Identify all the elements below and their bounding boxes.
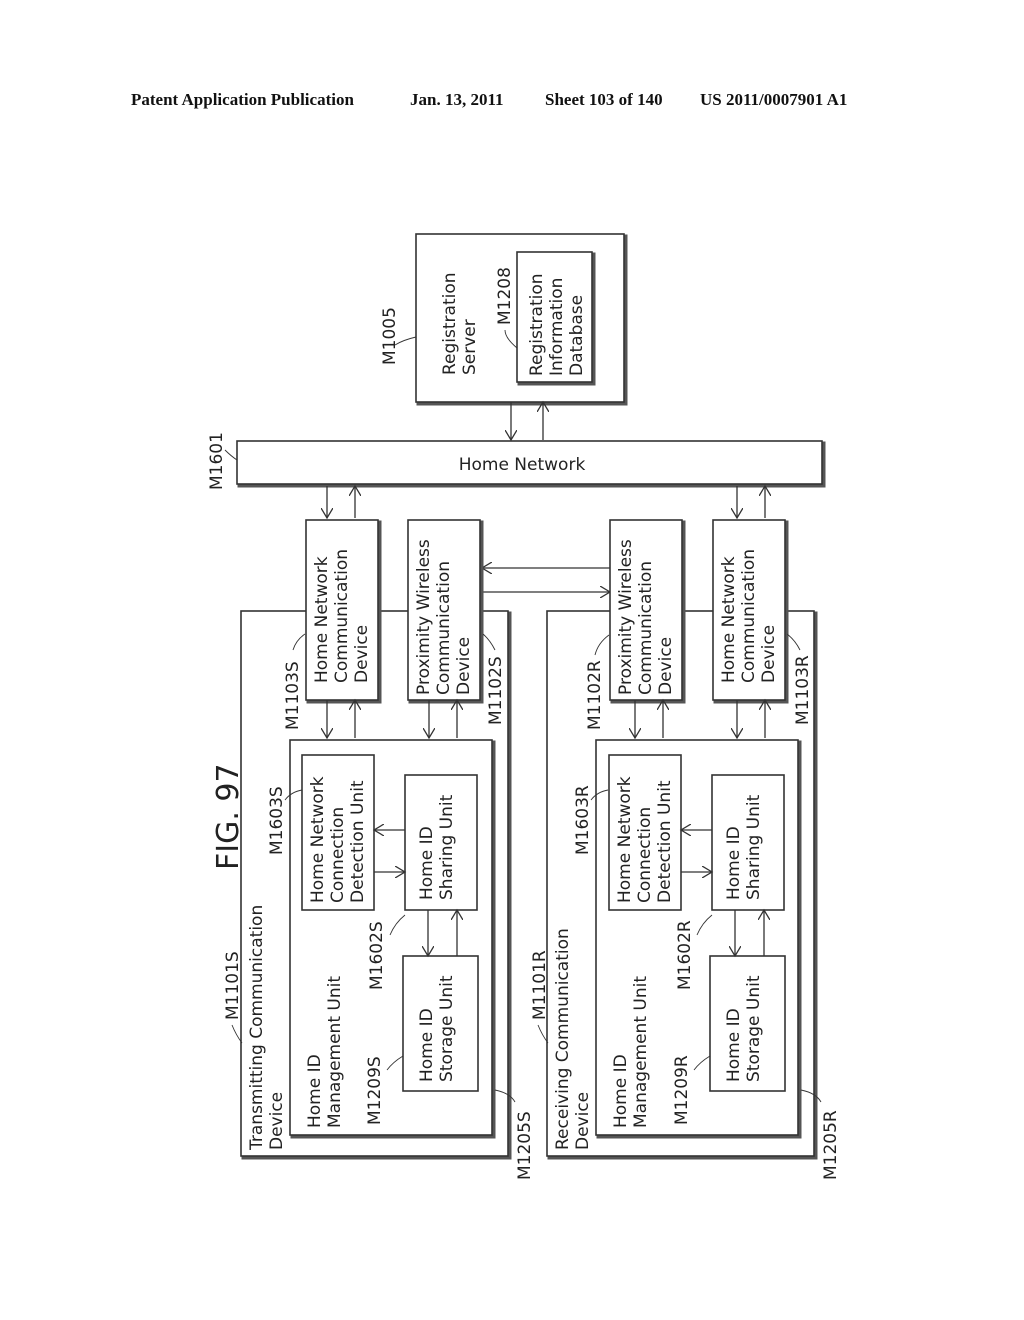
server-ref: M1005 [380, 307, 400, 365]
rx-share-label-1: Home ID [724, 826, 744, 900]
rx-connection-detection-unit: Home Network Connection Detection Unit [608, 754, 682, 911]
rx-hn-label-1: Home Network [719, 556, 739, 683]
tx-prox-label-2: Communication [434, 561, 454, 695]
tx-home-id-storage-unit: Home ID Storage Unit [402, 955, 479, 1092]
rx-home-id-sharing-unit: Home ID Sharing Unit [711, 774, 785, 911]
rx-mgmt-label-1: Home ID [611, 1054, 631, 1128]
tx-home-id-sharing-unit: Home ID Sharing Unit [404, 774, 478, 911]
rx-detect-label-2: Connection [635, 807, 655, 903]
tx-detect-label-1: Home Network [308, 776, 328, 903]
rx-mgmt-ref: M1205R [821, 1110, 841, 1180]
rx-hn-label-2: Communication [739, 549, 759, 683]
db-label-3: Database [567, 295, 587, 376]
rx-home-id-storage-unit: Home ID Storage Unit [709, 955, 786, 1092]
rx-label-1: Receiving Communication [553, 928, 573, 1150]
tx-connection-detection-unit: Home Network Connection Detection Unit [301, 754, 375, 911]
rx-hn-label-3: Device [759, 625, 779, 683]
registration-database: Registration Information Database [516, 251, 596, 386]
tx-prox-label-1: Proximity Wireless [414, 539, 434, 695]
rx-storage-label-2: Storage Unit [744, 975, 764, 1082]
tx-hn-label-2: Communication [332, 549, 352, 683]
home-network-label: Home Network [459, 455, 586, 475]
tx-detect-ref: M1603S [267, 786, 287, 855]
rx-label-2: Device [573, 1092, 593, 1150]
tx-mgmt-label-2: Management Unit [325, 976, 345, 1128]
tx-mgmt-ref: M1205S [515, 1111, 535, 1180]
tx-prox-ref: M1102S [486, 656, 506, 725]
rx-storage-label-1: Home ID [724, 1008, 744, 1082]
network-ref: M1601 [207, 432, 227, 490]
rx-detect-label-1: Home Network [615, 776, 635, 903]
rx-prox-label-1: Proximity Wireless [616, 539, 636, 695]
rx-prox-label-3: Device [656, 637, 676, 695]
rx-home-network-comm-device: Home Network Communication Device [712, 519, 789, 704]
tx-label-1: Transmitting Communication [247, 905, 267, 1151]
server-label-1: Registration [440, 272, 460, 375]
tx-detect-label-3: Detection Unit [348, 780, 368, 903]
diagram: FIG. 97 Registration Server Registration… [207, 233, 841, 1180]
tx-proximity-wireless-comm-device: Proximity Wireless Communication Device [407, 519, 484, 704]
tx-ref: M1101S [223, 951, 243, 1020]
db-ref: M1208 [495, 267, 515, 325]
db-label-1: Registration [527, 273, 547, 376]
tx-mgmt-label-1: Home ID [305, 1054, 325, 1128]
tx-share-label-1: Home ID [417, 826, 437, 900]
rx-mgmt-label-2: Management Unit [631, 976, 651, 1128]
rx-ref: M1101R [530, 950, 550, 1020]
rx-share-ref: M1602R [675, 920, 695, 990]
db-label-2: Information [547, 278, 567, 376]
receiving-device: Receiving Communication Device M1101R Pr… [530, 519, 841, 1180]
server-label-2: Server [460, 319, 480, 375]
tx-storage-label-2: Storage Unit [437, 975, 457, 1082]
rx-prox-ref: M1102R [585, 660, 605, 730]
tx-share-ref: M1602S [367, 921, 387, 990]
tx-hn-label-3: Device [352, 625, 372, 683]
tx-storage-label-1: Home ID [417, 1008, 437, 1082]
home-network: Home Network M1601 [207, 432, 826, 490]
tx-share-label-2: Sharing Unit [437, 794, 457, 900]
rx-proximity-wireless-comm-device: Proximity Wireless Communication Device [609, 519, 686, 704]
rx-detect-label-3: Detection Unit [655, 780, 675, 903]
rx-storage-ref: M1209R [672, 1055, 692, 1125]
tx-home-network-comm-device: Home Network Communication Device [305, 519, 382, 704]
tx-storage-ref: M1209S [365, 1056, 385, 1125]
tx-hn-label-1: Home Network [312, 556, 332, 683]
tx-prox-label-3: Device [454, 637, 474, 695]
registration-server: Registration Server Registration Informa… [380, 233, 628, 406]
rx-share-label-2: Sharing Unit [744, 794, 764, 900]
tx-detect-label-2: Connection [328, 807, 348, 903]
rx-prox-label-2: Communication [636, 561, 656, 695]
rx-detect-ref: M1603R [573, 785, 593, 855]
tx-hn-ref: M1103S [283, 661, 303, 730]
rx-hn-ref: M1103R [793, 655, 813, 725]
tx-label-2: Device [267, 1092, 287, 1150]
transmitting-device: Transmitting Communication Device M1101S… [223, 519, 535, 1180]
